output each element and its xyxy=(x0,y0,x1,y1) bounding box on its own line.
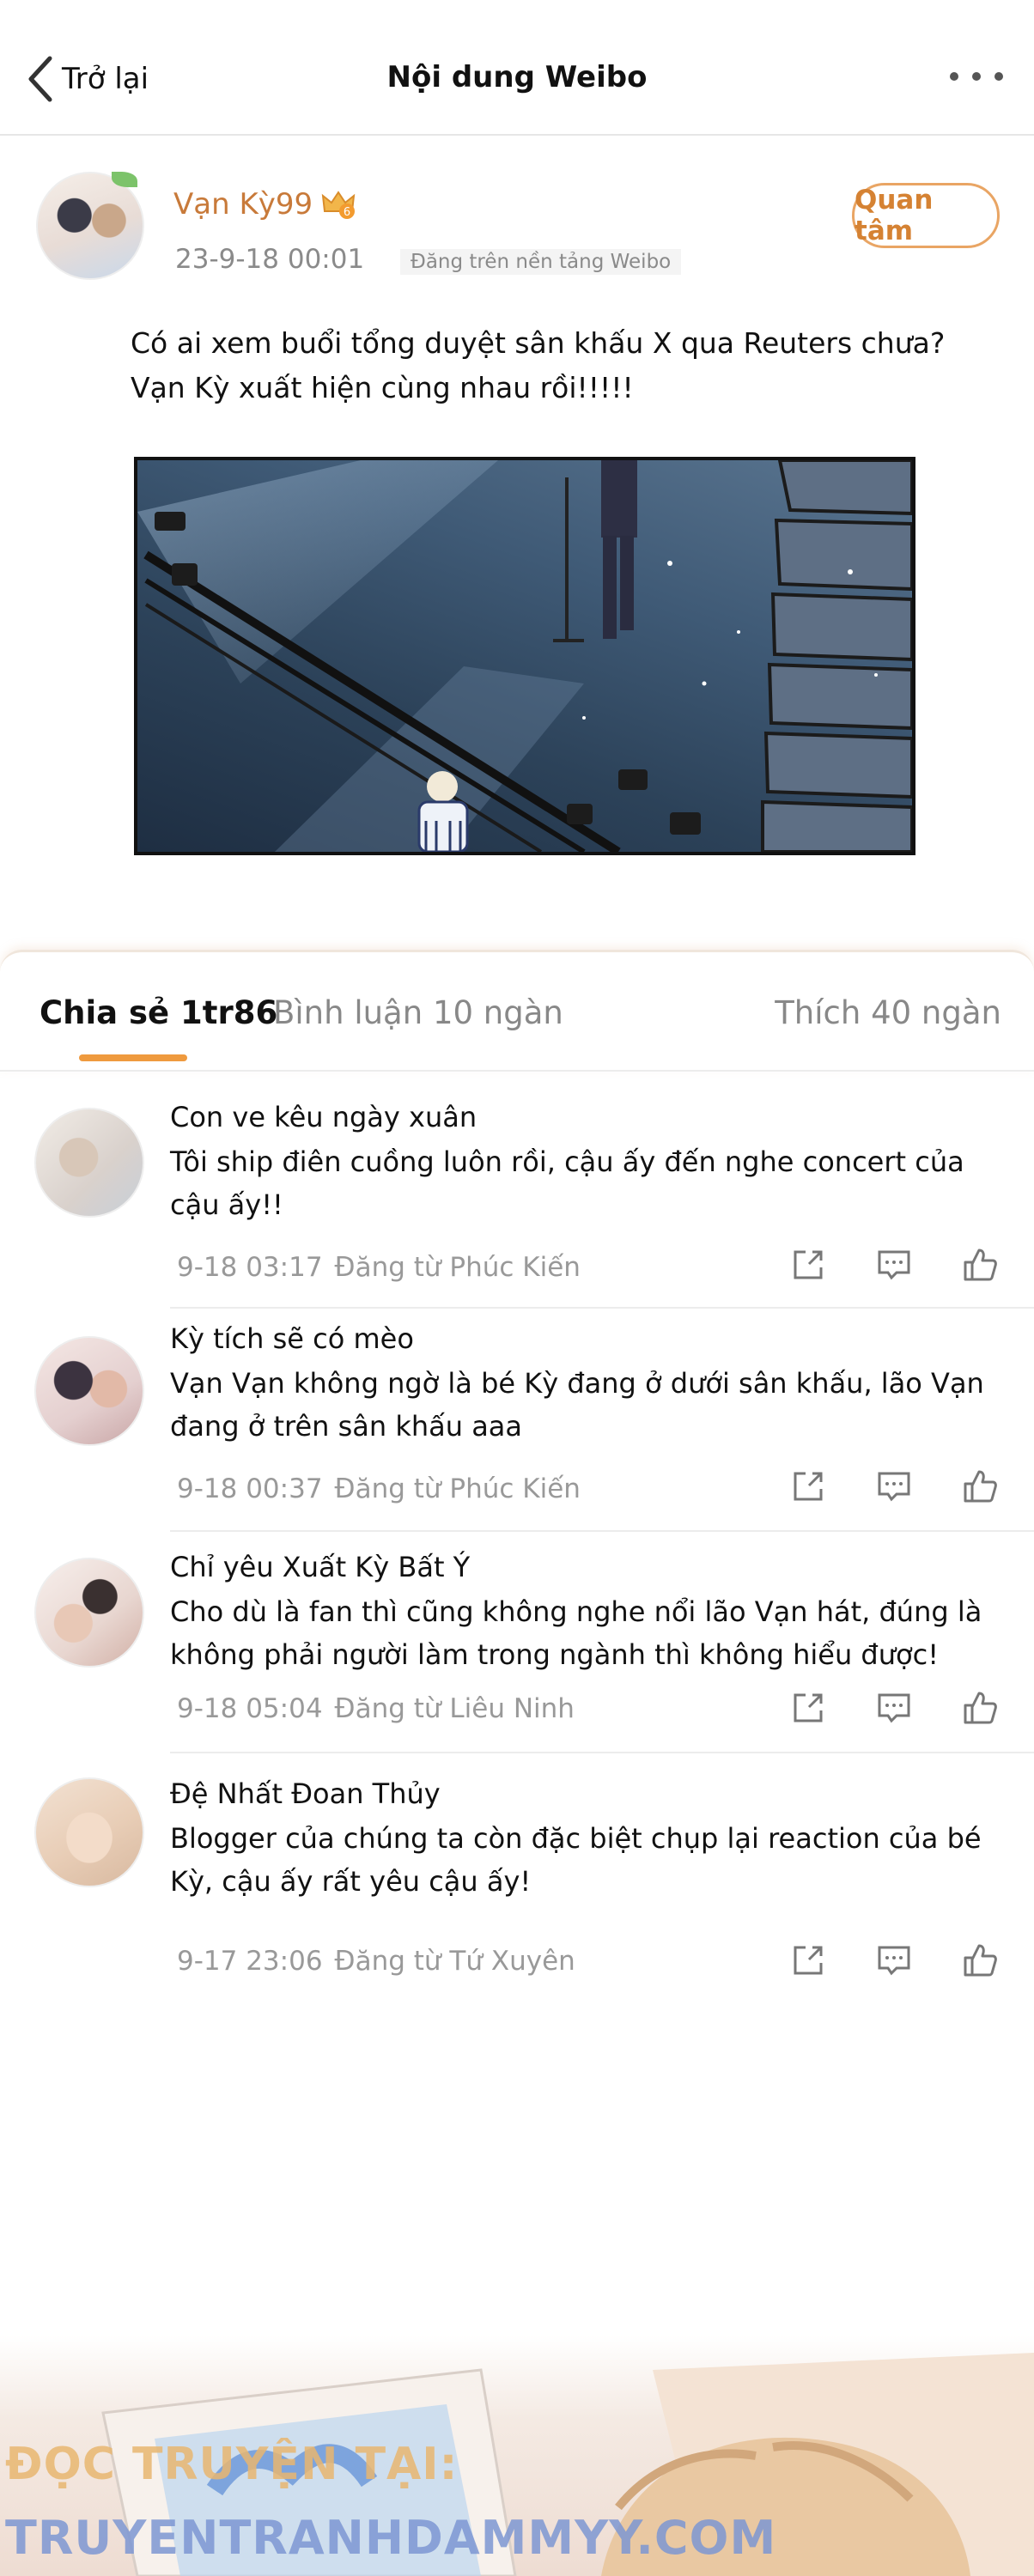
post-text-line: Có ai xem buổi tổng duyệt sân khấu X qua… xyxy=(131,326,946,360)
comment-meta: 9-18 05:04 Đăng từ Liêu Ninh xyxy=(177,1693,575,1724)
comment-source: Đăng từ Liêu Ninh xyxy=(334,1693,575,1724)
comment-text-line: cậu ấy!! xyxy=(170,1188,283,1221)
like-icon[interactable] xyxy=(960,1941,1000,1980)
comment-text-line: đang ở trên sân khấu aaa xyxy=(170,1410,523,1443)
comment-time: 9-17 23:06 xyxy=(177,1946,323,1977)
commenter-avatar[interactable] xyxy=(34,1558,144,1668)
commenter-avatar[interactable] xyxy=(34,1336,144,1446)
comment-meta: 9-18 00:37 Đăng từ Phúc Kiến xyxy=(177,1473,581,1504)
watermark-line-2: TRUYENTRANHDAMMYY.COM xyxy=(5,2511,777,2565)
comment-text-line: không phải người làm trong ngành thì khô… xyxy=(170,1638,940,1671)
watermark-line-1: ĐỌC TRUYỆN TẠI: xyxy=(5,2439,459,2490)
page-title: Nội dung Weibo xyxy=(386,60,648,94)
divider xyxy=(170,1530,1034,1532)
svg-text:6: 6 xyxy=(344,206,350,219)
post-text: Có ai xem buổi tổng duyệt sân khấu X qua… xyxy=(131,321,946,410)
like-icon[interactable] xyxy=(960,1467,1000,1506)
post-image[interactable] xyxy=(134,457,915,855)
comment-source: Đăng từ Phúc Kiến xyxy=(334,1252,581,1283)
comment-text-line: Vạn Vạn không ngờ là bé Kỳ đang ở dưới s… xyxy=(170,1367,984,1400)
comment-meta: 9-17 23:06 Đăng từ Tứ Xuyên xyxy=(177,1946,575,1977)
author-username: Vạn Kỳ99 xyxy=(173,187,313,222)
comment-text: Tôi ship điên cuồng luôn rồi, cậu ấy đến… xyxy=(170,1140,969,1226)
more-dots-icon[interactable] xyxy=(950,72,1003,81)
commenter-name[interactable]: Đệ Nhất Đoan Thủy xyxy=(170,1777,441,1810)
comment-source: Đăng từ Tứ Xuyên xyxy=(334,1946,575,1977)
comment-text-line: Cho dù là fan thì cũng không nghe nổi lã… xyxy=(170,1595,982,1628)
comment-icon[interactable] xyxy=(874,1467,914,1506)
share-icon[interactable] xyxy=(788,1245,828,1285)
comment-time: 9-18 00:37 xyxy=(177,1473,323,1504)
tab-comments[interactable]: Bình luận 10 ngàn xyxy=(273,994,563,1031)
post-platform: Đăng trên nền tảng Weibo xyxy=(400,249,682,275)
stage-illustration xyxy=(137,460,912,852)
comment-source: Đăng từ Phúc Kiến xyxy=(334,1473,581,1504)
share-icon[interactable] xyxy=(788,1941,828,1980)
commenter-avatar[interactable] xyxy=(34,1777,144,1887)
commenter-name[interactable]: Chỉ yêu Xuất Kỳ Bất Ý xyxy=(170,1551,470,1583)
comment-text-line: Tôi ship điên cuồng luôn rồi, cậu ấy đến… xyxy=(170,1145,964,1178)
tab-share[interactable]: Chia sẻ 1tr86 xyxy=(40,994,277,1031)
share-icon[interactable] xyxy=(788,1467,828,1506)
divider xyxy=(0,1070,1034,1072)
comment-text-line: Kỳ, cậu ấy rất yêu cậu ấy! xyxy=(170,1865,532,1898)
comment-text: Vạn Vạn không ngờ là bé Kỳ đang ở dưới s… xyxy=(170,1362,984,1448)
share-icon[interactable] xyxy=(788,1688,828,1728)
post-time: 23-9-18 00:01 xyxy=(175,244,365,275)
commenter-name[interactable]: Kỳ tích sẽ có mèo xyxy=(170,1322,414,1355)
comment-text: Blogger của chúng ta còn đặc biệt chụp l… xyxy=(170,1817,982,1903)
author-name[interactable]: Vạn Kỳ99 6 xyxy=(173,187,356,222)
comment-icon[interactable] xyxy=(874,1688,914,1728)
comment-icon[interactable] xyxy=(874,1245,914,1285)
divider xyxy=(170,1752,1034,1753)
comment-actions xyxy=(788,1688,1000,1728)
comment-actions xyxy=(788,1467,1000,1506)
comment-actions xyxy=(788,1941,1000,1980)
author-avatar[interactable] xyxy=(36,172,144,280)
top-nav-bar: Trở lại Nội dung Weibo xyxy=(0,0,1034,136)
comment-actions xyxy=(788,1245,1000,1285)
like-icon[interactable] xyxy=(960,1688,1000,1728)
comment-icon[interactable] xyxy=(874,1941,914,1980)
comment-time: 9-18 03:17 xyxy=(177,1252,323,1283)
crown-badge-icon: 6 xyxy=(321,189,356,220)
comment-text-line: Blogger của chúng ta còn đặc biệt chụp l… xyxy=(170,1822,982,1855)
commenter-name[interactable]: Con ve kêu ngày xuân xyxy=(170,1101,477,1133)
divider xyxy=(170,1307,1034,1309)
post-text-line: Vạn Kỳ xuất hiện cùng nhau rồi!!!!! xyxy=(131,371,634,404)
like-icon[interactable] xyxy=(960,1245,1000,1285)
comment-time: 9-18 05:04 xyxy=(177,1693,323,1724)
follow-button[interactable]: Quan tâm xyxy=(852,183,1000,248)
commenter-avatar[interactable] xyxy=(34,1108,144,1218)
tab-likes[interactable]: Thích 40 ngàn xyxy=(775,994,1001,1031)
comment-meta: 9-18 03:17 Đăng từ Phúc Kiến xyxy=(177,1252,581,1283)
comment-text: Cho dù là fan thì cũng không nghe nổi lã… xyxy=(170,1590,982,1676)
active-tab-indicator xyxy=(79,1054,187,1061)
